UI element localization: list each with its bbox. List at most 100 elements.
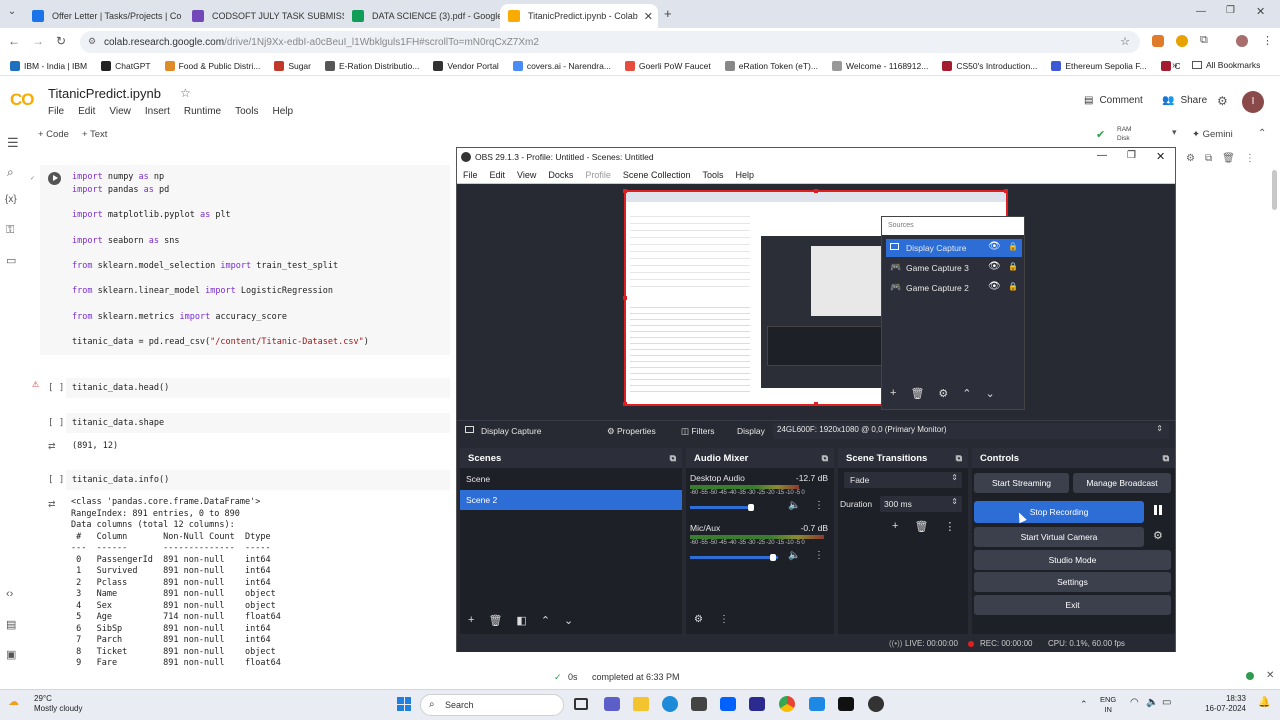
resize-handle[interactable] (814, 189, 818, 193)
visibility-eye-icon[interactable]: 👁 (988, 281, 1001, 292)
obs-menu-tools[interactable]: Tools (702, 170, 723, 180)
dock-undock-icon[interactable]: ⧉ (1163, 453, 1169, 464)
volume-icon[interactable]: 🔈 (1146, 697, 1158, 708)
mixer-menu-icon[interactable]: ⋮ (719, 614, 729, 625)
tab-search-icon[interactable]: ⌄ (4, 6, 20, 22)
pause-recording-button[interactable] (1154, 505, 1162, 515)
browser-tab-1[interactable]: CODSOFT JULY TASK SUBMISSI✕ (184, 4, 344, 28)
bookmark-item[interactable]: Sugar (274, 60, 311, 71)
cell-source[interactable]: titanic_data.info() (72, 475, 169, 485)
input-language[interactable]: ENG IN (1100, 695, 1116, 715)
transition-select[interactable]: Fade ⇕ (844, 472, 962, 488)
extension-icon[interactable] (1152, 35, 1164, 47)
speaker-icon[interactable]: 🔈 (788, 550, 800, 561)
file-explorer-icon[interactable] (633, 697, 649, 711)
chrome-menu-icon[interactable]: ⋮ (1262, 34, 1273, 47)
source-item-display-capture[interactable]: Display Capture 👁 🔒 (886, 239, 1022, 257)
close-window-icon[interactable]: ✕ (1256, 5, 1265, 18)
lock-icon[interactable]: 🔒 (1008, 262, 1018, 271)
weather-widget[interactable]: 29°C Mostly cloudy (34, 694, 82, 714)
dock-undock-icon[interactable]: ⧉ (670, 453, 676, 464)
visibility-eye-icon[interactable]: 👁 (988, 241, 1001, 252)
cell-source[interactable]: titanic_data.shape (72, 418, 164, 428)
menu-insert[interactable]: Insert (145, 106, 170, 117)
source-properties-icon[interactable]: ⚙ (938, 387, 948, 400)
notion-app-icon[interactable] (838, 697, 854, 711)
edge-browser-icon[interactable] (662, 696, 678, 712)
comment-button[interactable]: ▤ Comment (1084, 95, 1143, 106)
filters-button[interactable]: ◫ Filters (681, 426, 715, 437)
output-toggle-icon[interactable]: ⇄ (48, 499, 56, 510)
dropbox-app-icon[interactable] (720, 697, 736, 711)
all-bookmarks-button[interactable]: All Bookmarks (1192, 60, 1260, 70)
lock-icon[interactable]: 🔒 (1008, 242, 1018, 251)
bookmark-item[interactable]: Food & Public Distri... (164, 60, 260, 71)
browser-tab-3[interactable]: TitanicPredict.ipynb - Colab ✕ (500, 4, 658, 28)
notebook-scrollbar[interactable] (1272, 170, 1277, 210)
menu-help[interactable]: Help (272, 106, 293, 117)
move-up-icon[interactable]: ⌃ (541, 614, 550, 627)
close-tab-icon[interactable]: ✕ (638, 10, 653, 23)
bookmark-item[interactable]: Vendor Portal (433, 60, 499, 71)
bookmark-item[interactable]: CS50's Introduction... (942, 60, 1037, 71)
obs-close-icon[interactable]: ✕ (1156, 150, 1165, 163)
bookmark-star-icon[interactable]: ☆ (1120, 35, 1130, 48)
star-icon[interactable]: ☆ (180, 86, 191, 100)
move-up-icon[interactable]: ⌃ (962, 387, 971, 400)
dock-undock-icon[interactable]: ⧉ (956, 453, 962, 464)
obs-window[interactable]: OBS 29.1.3 - Profile: Untitled - Scenes:… (456, 147, 1176, 652)
terminal-icon[interactable]: ▣ (6, 648, 16, 661)
minimize-icon[interactable]: — (1196, 6, 1206, 17)
settings-gear-icon[interactable]: ⚙ (1217, 94, 1228, 108)
resize-handle[interactable] (623, 189, 627, 193)
bookmark-item[interactable]: eRation Token (eT)... (724, 60, 818, 71)
taskbar-clock[interactable]: 18:33 16-07-2024 (1198, 694, 1246, 714)
obs-menu-scene-collection[interactable]: Scene Collection (623, 170, 691, 180)
weather-icon[interactable]: ☁ (8, 695, 19, 708)
studio-mode-button[interactable]: Studio Mode (974, 550, 1171, 570)
cell-more-icon[interactable]: ⋮ (1245, 153, 1255, 164)
duration-input[interactable]: 300 ms ⇕ (880, 496, 962, 512)
code-snippets-icon[interactable]: ‹› (6, 588, 13, 600)
remove-transition-icon[interactable]: 🗑 (914, 520, 928, 533)
files-folder-icon[interactable]: ▭ (6, 254, 16, 267)
remove-source-icon[interactable]: 🗑 (910, 387, 924, 400)
bookmark-item[interactable]: Welcome - 1168912... (831, 60, 928, 71)
visibility-eye-icon[interactable]: 👁 (988, 261, 1001, 272)
profile-avatar[interactable] (1236, 35, 1248, 47)
new-tab-button[interactable]: + (664, 6, 672, 21)
mixer-more-icon[interactable]: ⋮ (814, 500, 824, 511)
menu-runtime[interactable]: Runtime (184, 106, 221, 117)
store-app-icon[interactable] (691, 697, 707, 711)
virtual-camera-gear-icon[interactable]: ⚙ (1153, 529, 1163, 542)
maximize-icon[interactable]: ❐ (1226, 5, 1235, 16)
mixer-more-icon[interactable]: ⋮ (814, 550, 824, 561)
bookmark-item[interactable]: Ethereum Sepolia F... (1051, 60, 1147, 71)
close-status-icon[interactable]: ✕ (1266, 670, 1274, 681)
add-code-button[interactable]: + Code (38, 129, 69, 140)
run-cell-button[interactable] (48, 172, 61, 185)
start-streaming-button[interactable]: Start Streaming (974, 473, 1069, 493)
transition-more-icon[interactable]: ⋮ (944, 520, 955, 533)
toc-icon[interactable]: ☰ (7, 135, 19, 151)
cell-settings-icon[interactable]: ⚙ (1186, 153, 1195, 164)
add-transition-icon[interactable]: + (892, 520, 898, 533)
url-input[interactable]: ⚙ colab.research.google.com/drive/1Nj9Xx… (80, 31, 1140, 53)
browser-tab-0[interactable]: Offer Letter | Tasks/Projects | Co✕ (24, 4, 184, 28)
output-toggle-icon[interactable]: ⇄ (48, 441, 56, 452)
teams-app-icon[interactable] (604, 697, 620, 711)
runtime-dropdown-icon[interactable]: ▾ (1172, 127, 1177, 138)
task-view-icon[interactable] (574, 698, 588, 710)
obs-menu-docks[interactable]: Docks (548, 170, 573, 180)
gemini-button[interactable]: ✦ Gemini (1192, 129, 1233, 140)
menu-edit[interactable]: Edit (78, 106, 95, 117)
obs-menu-view[interactable]: View (517, 170, 536, 180)
cell-source[interactable]: titanic_data.head() (72, 383, 169, 393)
resize-handle[interactable] (623, 402, 627, 406)
properties-button[interactable]: ⚙ Properties (607, 426, 656, 437)
resize-handle[interactable] (814, 402, 818, 406)
forward-icon[interactable]: → (32, 34, 44, 48)
obs-minimize-icon[interactable]: — (1097, 150, 1107, 161)
obs-menu-file[interactable]: File (463, 170, 478, 180)
manage-broadcast-button[interactable]: Manage Broadcast (1073, 473, 1171, 493)
